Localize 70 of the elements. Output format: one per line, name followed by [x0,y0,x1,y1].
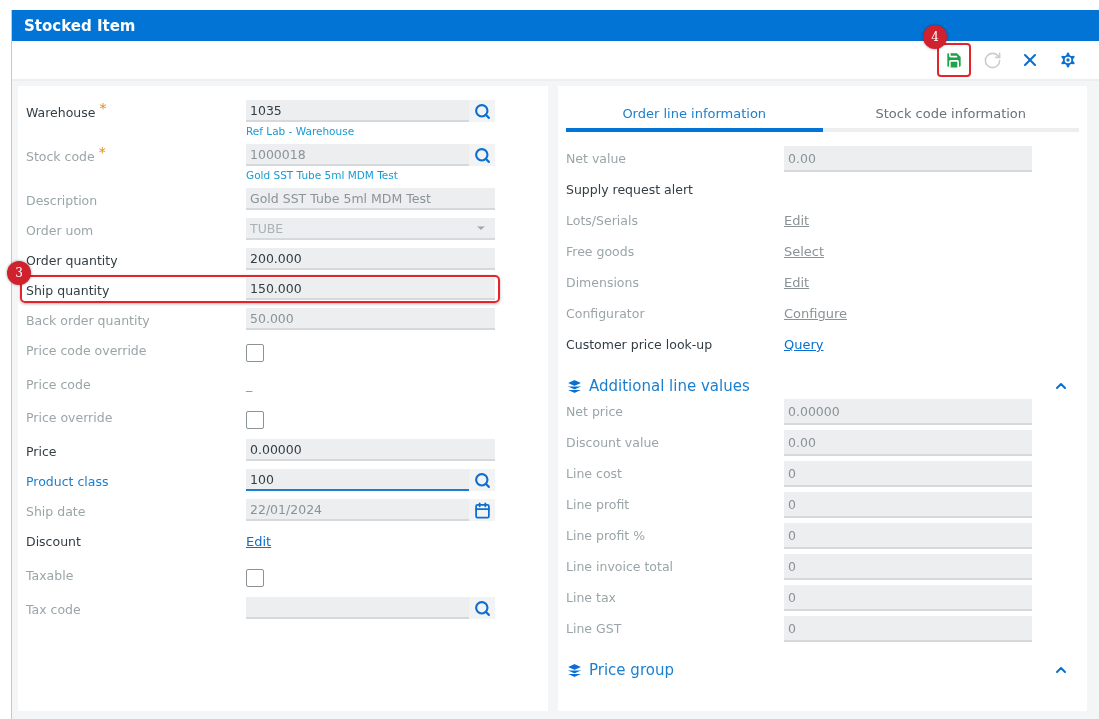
field-label: Price code override [26,342,147,358]
search-button[interactable] [469,597,495,619]
field-label: Line profit [566,496,631,512]
field-label: Tax code [26,601,81,617]
input-field[interactable]: 0.00000 [246,439,495,461]
step-badge: 4 [923,25,947,49]
search-button[interactable] [469,100,495,122]
field-label: Back order quantity [26,312,150,328]
required-mark: * [98,144,106,160]
lookup-description: Ref Lab - Warehouse [246,125,356,137]
section-title: Additional line values [589,377,750,395]
field-label: Warehouse [26,104,96,120]
field-label: Ship date [26,503,86,519]
field-label: Line profit % [566,527,647,543]
field-label: Line tax [566,589,617,605]
field-label: Free goods [566,243,636,259]
input-field[interactable]: 0.00000 [784,399,1032,425]
field-label: Description [26,192,98,208]
edit-link[interactable]: Edit [246,529,272,549]
input-field[interactable]: 0 [784,461,1032,487]
tab[interactable]: Order line information [566,98,823,132]
field-label: Price code [26,376,91,392]
field-label: Stock code [26,148,95,164]
input-field[interactable]: 200.000 [246,248,495,270]
field-label: Discount [26,533,81,549]
field-label: Taxable [26,567,74,583]
calendar-icon [473,501,491,519]
required-mark: * [99,100,107,116]
section-title: Price group [589,661,674,679]
search-icon [473,471,491,489]
field-label: Line cost [566,465,623,481]
save-icon [944,50,964,70]
search-icon [473,146,491,164]
search-button[interactable] [469,469,495,491]
input-field[interactable]: 0 [784,492,1032,518]
layers-icon [566,377,583,395]
field-label: Net price [566,403,625,419]
field-label: Discount value [566,434,660,450]
layers-icon [566,661,583,679]
action-link[interactable]: Query [784,332,824,352]
input-field[interactable]: 0 [784,554,1032,580]
input-field[interactable]: 0 [784,585,1032,611]
field-label: Line GST [566,620,623,636]
field-label: Order uom [26,222,94,238]
field-label: Ship quantity [26,282,110,298]
input-field[interactable]: 150.000 [246,278,495,300]
settings-icon [1058,50,1078,70]
field-value: _ [246,376,253,392]
field-label: Lots/Serials [566,212,639,228]
field-label: Line invoice total [566,558,675,574]
field-label: Supply request alert [566,181,694,197]
field-label: Dimensions [566,274,640,290]
input-field[interactable]: 0 [784,616,1032,642]
field-label: Price override [26,409,113,425]
search-icon [473,102,491,120]
search-icon [473,599,491,617]
field-label: Net value [566,150,628,166]
field-label: Price [26,443,57,459]
field-label: Customer price look-up [566,336,714,352]
calendar-button[interactable] [469,499,495,521]
input-field[interactable]: 0.00 [784,430,1032,456]
input-field[interactable]: 0 [784,523,1032,549]
field-label: Product class [26,473,109,489]
search-button[interactable] [469,144,495,166]
input-field[interactable]: 1035 [246,100,469,122]
input-field[interactable]: 100 [246,469,469,491]
tab[interactable]: Stock code information [822,98,1079,132]
field-label: Configurator [566,305,646,321]
lookup-description: Gold SST Tube 5ml MDM Test [246,169,399,181]
refresh-icon [982,50,1002,70]
